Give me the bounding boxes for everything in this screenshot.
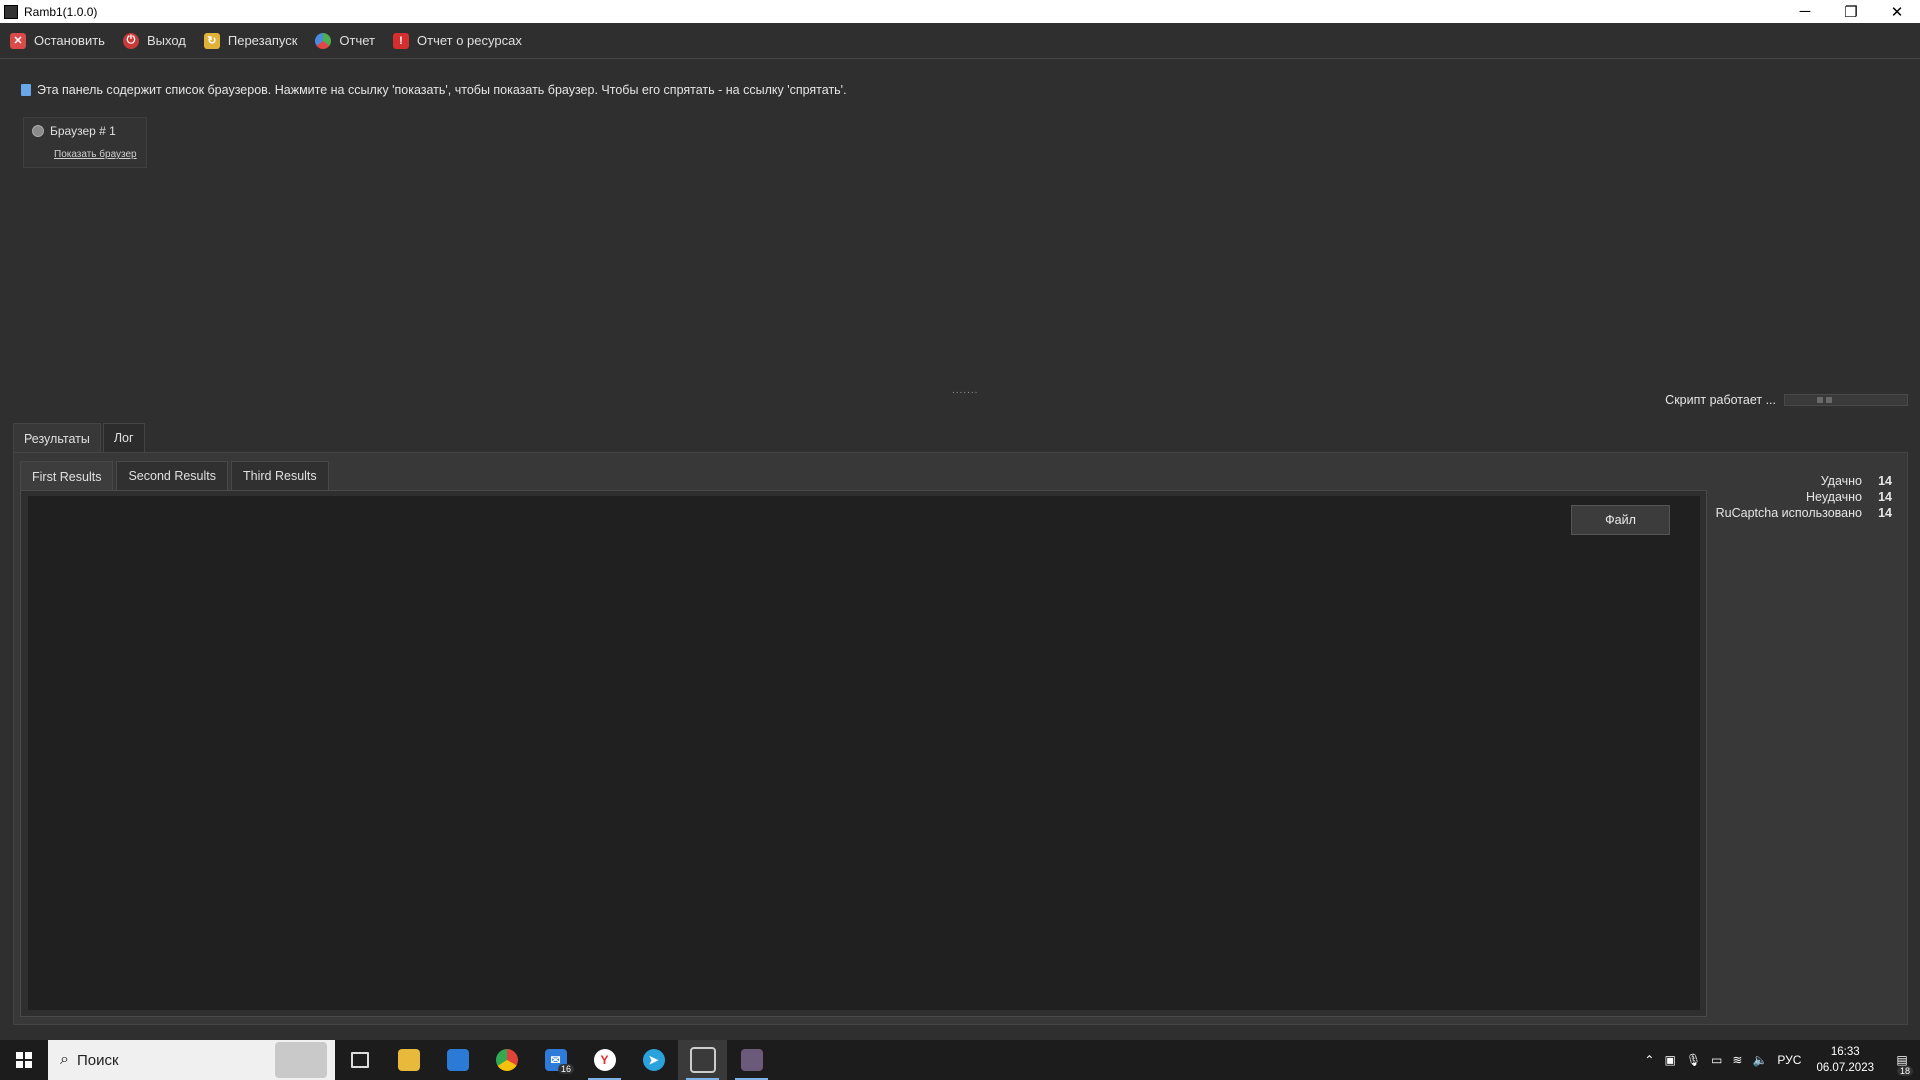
app-window-icon [689,1047,716,1073]
wifi-icon[interactable]: ≋ [1732,1053,1742,1067]
folder-icon [397,1049,420,1071]
clock-date: 06.07.2023 [1816,1062,1874,1074]
tab-third-results[interactable]: Third Results [231,461,329,490]
app-icon [4,4,18,19]
windows-logo-icon [16,1052,32,1068]
close-button[interactable]: ✕ [1874,0,1920,23]
resource-report-label: Отчет о ресурсах [417,33,522,48]
language-indicator[interactable]: РУС [1777,1053,1801,1067]
mail-badge: 16 [557,1064,574,1074]
close-icon: ✕ [10,32,26,49]
stop-button[interactable]: ✕ Остановить [10,32,105,49]
report-button[interactable]: Отчет [315,32,375,49]
stat-value: 14 [1878,490,1892,504]
report-label: Отчет [339,33,375,48]
restart-label: Перезапуск [227,33,298,48]
telegram-icon: ➤ [642,1049,665,1071]
stat-value: 14 [1878,506,1892,520]
battery-icon[interactable]: ▭ [1711,1053,1722,1067]
browser-title: Браузер # 1 [32,124,116,138]
chrome-button[interactable] [482,1040,531,1080]
restart-icon: ↻ [203,32,220,49]
globe-icon [32,125,44,137]
splitter-handle[interactable]: ....... [952,385,978,396]
chrome-icon [495,1049,518,1071]
yandex-browser-button[interactable]: Y [580,1040,629,1080]
show-browser-link[interactable]: Показать браузер [54,149,137,160]
search-placeholder: Поиск [76,1051,119,1069]
volume-icon[interactable]: 🔈 [1752,1053,1767,1067]
clock-time: 16:33 [1830,1046,1860,1058]
game-app-button[interactable] [727,1040,776,1080]
notification-badge: 18 [1896,1066,1913,1076]
resource-report-button[interactable]: ! Отчет о ресурсах [393,32,522,49]
file-button[interactable]: Файл [1571,505,1670,535]
tab-second-results[interactable]: Second Results [116,461,229,490]
tab-log[interactable]: Лог [102,423,145,452]
warning-icon: ! [393,32,409,49]
tab-results[interactable]: Результаты [13,423,101,453]
store-button[interactable] [433,1040,482,1080]
file-explorer-button[interactable] [384,1040,433,1080]
minimize-button[interactable]: ─ [1782,0,1828,23]
info-icon [21,84,31,96]
stat-label: Неудачно [1805,490,1862,504]
telegram-button[interactable]: ➤ [629,1040,678,1080]
busy-indicator [1784,394,1908,406]
pie-chart-icon [315,32,332,49]
window-title: Ramb1(1.0.0) [24,4,98,19]
task-view-icon [350,1052,369,1068]
title-bar: Ramb1(1.0.0) ─ ❐ ✕ [0,0,1920,23]
yandex-icon: Y [593,1049,616,1071]
stat-label: RuCaptcha использовано [1715,506,1862,520]
search-icon: ⌕ [60,1051,69,1068]
stop-label: Остановить [34,33,105,48]
stat-value: 14 [1878,474,1892,488]
taskbar: ⌕ Поиск ✉ 16 Y ➤ ⌃ ▣ 🎙 ▭ ≋ 🔈 РУС 16:33 0… [0,1040,1920,1080]
browser-card: Браузер # 1 Показать браузер [23,117,147,168]
stat-captcha: RuCaptcha использовано 14 [1716,506,1892,522]
info-text: Эта панель содержит список браузеров. На… [37,83,847,97]
taskbar-search[interactable]: ⌕ Поиск [48,1040,335,1080]
stat-success: Удачно 14 [1716,474,1892,490]
stat-label: Удачно [1820,474,1862,488]
results-table-area[interactable] [28,496,1700,1010]
inner-tab-bar: First Results Second Results Third Resul… [20,461,332,491]
start-button[interactable] [0,1040,48,1080]
power-icon: ⏻ [122,32,139,49]
busy-indicator-chunk [1826,397,1832,403]
game-icon [740,1049,763,1071]
meet-now-icon[interactable]: ▣ [1664,1053,1675,1067]
outer-tab-bar: Результаты Лог [13,423,147,453]
notification-icon: ▤ [1896,1053,1908,1067]
toolbar: ✕ Остановить ⏻ Выход ↻ Перезапуск Отчет … [0,23,1920,59]
microphone-icon[interactable]: 🎙 [1686,1053,1701,1067]
clock[interactable]: 16:33 06.07.2023 [1816,1044,1874,1076]
stats-panel: Удачно 14 Неудачно 14 RuCaptcha использо… [1716,474,1892,522]
exit-button[interactable]: ⏻ Выход [122,32,186,49]
busy-indicator-chunk [1817,397,1823,403]
search-highlight-image [275,1042,327,1078]
stat-fail: Неудачно 14 [1716,490,1892,506]
task-view-button[interactable] [335,1040,384,1080]
exit-label: Выход [146,33,186,48]
browser-name: Браузер # 1 [50,124,116,138]
system-tray: ⌃ ▣ 🎙 ▭ ≋ 🔈 РУС 16:33 06.07.2023 ▤ 18 [1639,1040,1920,1080]
bas-app-button[interactable] [678,1040,727,1080]
notification-center-button[interactable]: ▤ 18 [1884,1040,1920,1080]
window-controls: ─ ❐ ✕ [1782,0,1920,23]
store-icon [446,1049,469,1071]
restart-button[interactable]: ↻ Перезапуск [203,32,298,49]
script-status: Скрипт работает ... [1665,393,1776,407]
chevron-up-icon[interactable]: ⌃ [1644,1053,1654,1067]
maximize-button[interactable]: ❐ [1828,0,1874,23]
tab-first-results[interactable]: First Results [20,461,114,491]
mail-button[interactable]: ✉ 16 [531,1040,580,1080]
info-message: Эта панель содержит список браузеров. На… [21,83,847,97]
